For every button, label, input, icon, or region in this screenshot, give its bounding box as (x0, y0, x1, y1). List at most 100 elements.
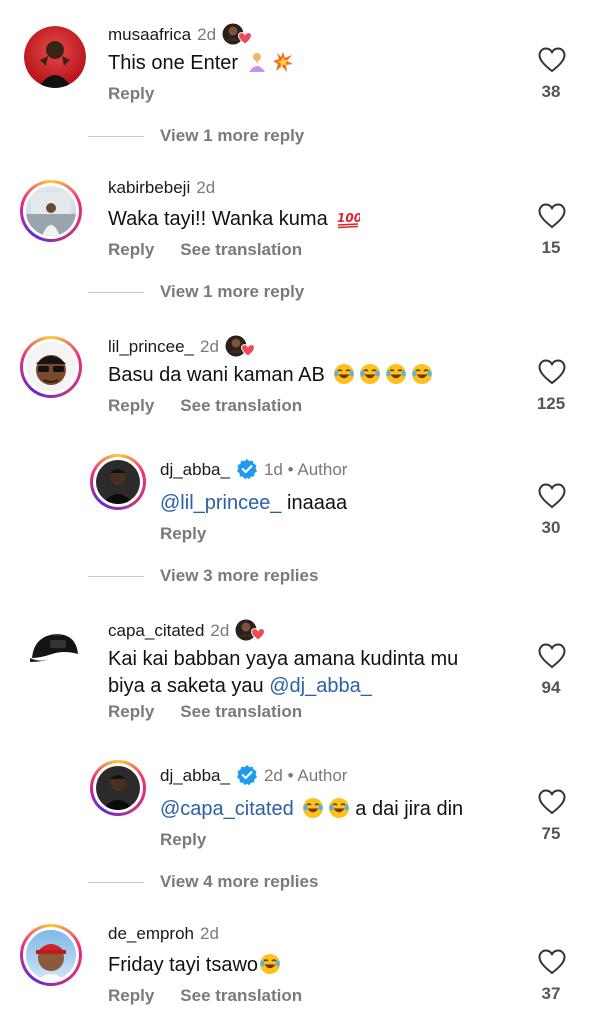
like-count: 125 (536, 394, 566, 413)
heart-outline-icon[interactable] (538, 47, 566, 73)
username[interactable]: kabirbebeji 2d (108, 178, 215, 198)
timestamp: 2d (200, 924, 219, 943)
see-translation-button[interactable]: See translation (180, 702, 302, 721)
avatar[interactable] (20, 180, 82, 242)
comment-actions: Reply (160, 524, 206, 544)
avatar[interactable] (24, 26, 86, 88)
username-text[interactable]: dj_abba_ (160, 766, 230, 785)
heart-outline-icon[interactable] (538, 789, 566, 815)
reply-button[interactable]: Reply (160, 524, 206, 543)
see-translation-button[interactable]: See translation (180, 396, 302, 415)
comment-body: Kai kai babban yaya amana kudinta mu (108, 648, 459, 670)
collision-emoji (272, 51, 294, 73)
laughing-emoji (359, 363, 381, 385)
creator-liked-icon (235, 618, 265, 642)
reply-button[interactable]: Reply (108, 986, 154, 1005)
comment-body: a dai jira din (349, 798, 464, 820)
comment-body: inaaaa (281, 492, 348, 514)
view-more-replies-button[interactable]: View 3 more replies (87, 566, 318, 586)
mention-link[interactable]: @lil_princee_ (160, 492, 281, 514)
heart-outline-icon[interactable] (538, 483, 566, 509)
reply-item: dj_abba_ 1d • Author @lil_princee_ inaaaa… (0, 446, 598, 594)
like-count: 94 (541, 678, 561, 697)
avatar[interactable] (24, 618, 86, 680)
username-text[interactable]: dj_abba_ (160, 460, 230, 479)
username-text[interactable]: capa_citated (108, 621, 204, 640)
view-more-replies-button[interactable]: View 1 more reply (87, 282, 304, 302)
comment-item: de_emproh 2d Friday tayi tsawo Reply See t… (0, 900, 598, 1024)
author-label: Author (297, 766, 348, 785)
laughing-emoji (328, 797, 350, 819)
comment-body: biya a saketa yau (108, 675, 270, 697)
timestamp: 2d (263, 766, 283, 785)
username[interactable]: lil_princee_ 2d (108, 334, 255, 358)
comment-item: kabirbebeji 2d Waka tayi!! Wanka kuma Rep… (0, 160, 598, 316)
comment-text: Basu da wani kaman AB (108, 362, 433, 389)
avatar[interactable] (90, 454, 146, 510)
avatar[interactable] (20, 924, 82, 986)
view-more-replies-button[interactable]: View 4 more replies (87, 872, 318, 892)
username[interactable]: capa_citated 2d (108, 618, 265, 642)
timestamp: 2d (200, 337, 219, 356)
view-more-replies-button[interactable]: View 1 more reply (87, 126, 304, 146)
comment-text: Kai kai babban yaya amana kudinta mu biy… (108, 646, 518, 700)
like-count: 75 (541, 824, 561, 843)
mention-link[interactable]: @capa_citated (160, 798, 294, 820)
comment-text: Friday tayi tsawo (108, 952, 281, 979)
heart-outline-icon[interactable] (538, 949, 566, 975)
laughing-emoji (302, 797, 324, 819)
mention-link[interactable]: @dj_abba_ (269, 675, 372, 697)
author-badge: • Author (282, 766, 348, 785)
reply-button[interactable]: Reply (108, 396, 154, 415)
username[interactable]: musaafrica 2d (108, 22, 252, 46)
comment-body: This one Enter (108, 52, 239, 74)
reply-button[interactable]: Reply (108, 702, 154, 721)
person-in-lotus-position-emoji (246, 51, 268, 73)
verified-badge-icon (236, 458, 258, 480)
reply-button[interactable]: Reply (108, 240, 154, 259)
laughing-emoji (259, 953, 281, 975)
like-count: 38 (541, 82, 561, 101)
comment-text: Waka tayi!! Wanka kuma (108, 206, 360, 233)
comment-item: capa_citated 2d Kai kai babban yaya amana… (0, 594, 598, 744)
timestamp: 2d (210, 621, 230, 640)
comment-actions: Reply See translation (108, 240, 302, 260)
heart-outline-icon[interactable] (538, 203, 566, 229)
comment-body-line2: biya a saketa yau @dj_abba_ (108, 673, 518, 700)
creator-liked-icon (222, 22, 252, 46)
avatar[interactable] (90, 760, 146, 816)
comment-text: @capa_citated a dai jira din (160, 796, 463, 823)
reply-item: dj_abba_ 2d • Author @capa_citated a dai … (0, 752, 598, 900)
creator-liked-icon (225, 334, 255, 358)
like-count: 37 (541, 984, 561, 1003)
comment-body: Friday tayi tsawo (108, 954, 259, 976)
comment-body: Waka tayi!! Wanka kuma (108, 208, 328, 230)
comment-item: musaafrica 2d This one Enter Reply 38 Vie… (0, 0, 598, 160)
see-translation-button[interactable]: See translation (180, 240, 302, 259)
comment-actions: Reply (160, 830, 206, 850)
comment-actions: Reply See translation (108, 396, 302, 416)
heart-outline-icon[interactable] (538, 643, 566, 669)
username-text[interactable]: lil_princee_ (108, 337, 194, 356)
username-text[interactable]: kabirbebeji (108, 178, 190, 197)
reply-button[interactable]: Reply (108, 84, 154, 103)
avatar[interactable] (20, 336, 82, 398)
timestamp: 2d (196, 178, 216, 197)
laughing-emoji (385, 363, 407, 385)
hundred-points-emoji (336, 207, 360, 229)
username[interactable]: dj_abba_ 1d • Author (160, 458, 347, 480)
username-text[interactable]: de_emproh (108, 924, 194, 943)
comment-actions: Reply (108, 84, 154, 104)
username[interactable]: dj_abba_ 2d • Author (160, 764, 347, 786)
reply-button[interactable]: Reply (160, 830, 206, 849)
heart-outline-icon[interactable] (538, 359, 566, 385)
like-count: 30 (541, 518, 561, 537)
timestamp: 2d (197, 25, 217, 44)
see-translation-button[interactable]: See translation (180, 986, 302, 1005)
username[interactable]: de_emproh 2d (108, 924, 219, 944)
laughing-emoji (411, 363, 433, 385)
author-label: Author (297, 460, 348, 479)
like-count: 15 (541, 238, 561, 257)
comment-text: @lil_princee_ inaaaa (160, 490, 347, 517)
username-text[interactable]: musaafrica (108, 25, 191, 44)
